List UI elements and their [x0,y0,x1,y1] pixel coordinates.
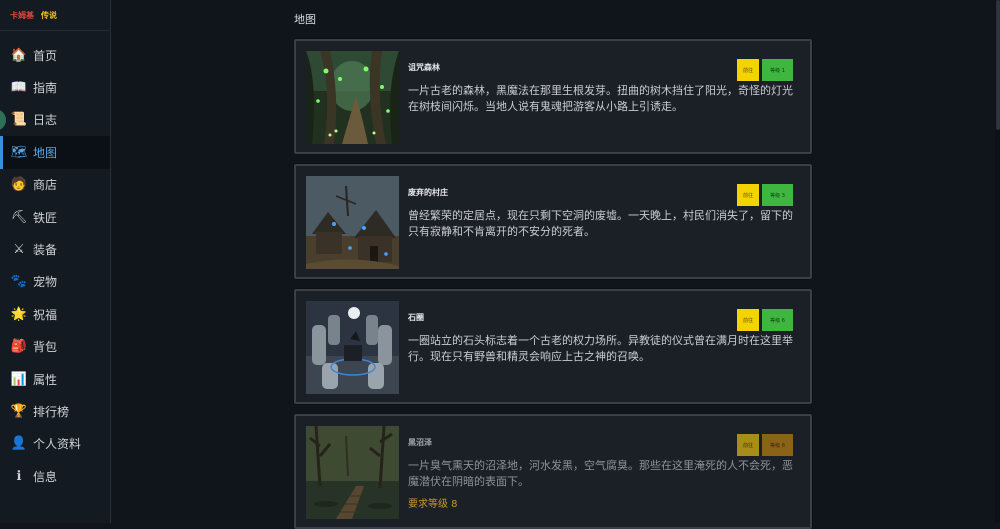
sidebar-item-label: 首页 [33,48,58,63]
sidebar-item-label: 商店 [33,178,58,193]
location-description: 曾经繁荣的定居点，现在只剩下空洞的废墟。一天晚上，村民们消失了，留下的只有寂静和… [408,209,793,238]
scroll-icon: 📜 [10,112,28,128]
sparkle-icon: 🌟 [10,306,28,322]
sidebar-item-label: 指南 [33,81,58,96]
sidebar-item-label: 祝福 [33,307,58,322]
level-button[interactable]: 等级 6 [762,309,793,331]
sidebar-item-label: 属性 [33,372,58,387]
sidebar-item-label: 装备 [33,243,58,258]
travel-button[interactable]: 前往 [737,59,759,81]
location-image-cursed-forest [306,51,399,144]
user-icon: 👤 [10,436,28,452]
sidebar-item-profile[interactable]: 👤 个人资料 [0,428,110,460]
crossed-swords-icon: ⚔ [13,242,25,258]
book-icon: 📖 [10,80,28,96]
sidebar-item-attributes[interactable]: 📊 属性 [0,363,110,395]
sidebar-item-info[interactable]: ℹ 信息 [0,460,110,492]
paw-icon: 🐾 [10,274,28,290]
level-button[interactable]: 等级 1 [762,59,793,81]
travel-button[interactable]: 前往 [737,434,759,456]
level-button[interactable]: 等级 8 [762,434,793,456]
location-name: 石圈 [408,313,424,322]
location-description: 一圈站立的石头标志着一个古老的权力场所。异教徒的仪式曾在满月时在这里举行。现在只… [408,334,793,363]
sidebar-item-label: 日志 [33,113,58,128]
location-name: 诅咒森林 [408,63,440,72]
sidebar-item-blessings[interactable]: 🌟 祝福 [0,298,110,330]
location-image-stone-circle [306,301,399,394]
trophy-icon: 🏆 [10,403,28,419]
sidebar: 卡姆基 传说 🏠 首页 📖 指南 📜 日志 🗺 地图 🧑 商店 ⛏ 铁匠 ⚔ 装备 🐾 宠物 🌟… [0,0,111,523]
brand-subtitle: 传说 [41,10,57,20]
backpack-icon: 🎒 [10,339,28,355]
location-name: 废弃的村庄 [408,188,448,197]
brand-logo[interactable]: 卡姆基 传说 [0,0,110,31]
location-image-abandoned-village [306,176,399,269]
hammer-icon: ⛏ [10,209,28,225]
sidebar-item-pets[interactable]: 🐾 宠物 [0,266,110,298]
travel-button[interactable]: 前往 [737,184,759,206]
sidebar-item-backpack[interactable]: 🎒 背包 [0,331,110,363]
location-name: 黑沼泽 [408,438,432,447]
sidebar-item-leaderboard[interactable]: 🏆 排行榜 [0,395,110,427]
location-image-black-swamp [306,426,399,519]
scrollbar-thumb[interactable] [996,0,1000,130]
level-requirement: 要求等级 8 [408,499,458,510]
location-description: 一片臭气熏天的沼泽地，河水发黑，空气腐臭。那些在这里淹死的人不会死，恶魔潜伏在阴… [408,459,793,488]
sidebar-nav: 🏠 首页 📖 指南 📜 日志 🗺 地图 🧑 商店 ⛏ 铁匠 ⚔ 装备 🐾 宠物 🌟 祝福 🎒 背包 … [0,31,110,492]
sidebar-item-label: 铁匠 [33,210,58,225]
page-title: 地图 [294,13,316,26]
merchant-icon: 🧑 [10,177,28,193]
location-card-black-swamp: 黑沼泽 一片臭气熏天的沼泽地，河水发黑，空气腐臭。那些在这里淹死的人不会死，恶魔… [294,414,812,529]
sidebar-item-journal[interactable]: 📜 日志 [0,104,110,136]
location-description: 一片古老的森林，黑魔法在那里生根发芽。扭曲的树木挡住了阳光，奇怪的灯光在树枝间闪… [408,84,793,113]
sidebar-item-equipment[interactable]: ⚔ 装备 [0,233,110,265]
sidebar-item-home[interactable]: 🏠 首页 [0,39,110,71]
sidebar-item-map[interactable]: 🗺 地图 [0,136,110,169]
sidebar-item-label: 宠物 [33,275,58,290]
map-icon: 🗺 [10,144,28,160]
sidebar-item-label: 排行榜 [33,404,70,419]
sidebar-item-label: 背包 [33,340,58,355]
sidebar-item-guide[interactable]: 📖 指南 [0,71,110,103]
location-card-abandoned-village: 废弃的村庄 曾经繁荣的定居点，现在只剩下空洞的废墟。一天晚上，村民们消失了，留下… [294,164,812,279]
house-icon: 🏠 [10,47,28,63]
info-icon: ℹ [16,468,22,484]
location-card-cursed-forest: 诅咒森林 一片古老的森林，黑魔法在那里生根发芽。扭曲的树木挡住了阳光，奇怪的灯光… [294,39,812,154]
brand-name: 卡姆基 [10,10,34,20]
page-scrollbar[interactable] [995,0,1000,523]
travel-button[interactable]: 前往 [737,309,759,331]
bar-chart-icon: 📊 [10,371,28,387]
sidebar-item-label: 地图 [33,145,58,160]
sidebar-item-shop[interactable]: 🧑 商店 [0,169,110,201]
sidebar-item-blacksmith[interactable]: ⛏ 铁匠 [0,201,110,233]
sidebar-item-label: 个人资料 [33,437,82,452]
sidebar-item-label: 信息 [33,469,58,484]
level-button[interactable]: 等级 3 [762,184,793,206]
location-card-stone-circle: 石圈 一圈站立的石头标志着一个古老的权力场所。异教徒的仪式曾在满月时在这里举行。… [294,289,812,404]
